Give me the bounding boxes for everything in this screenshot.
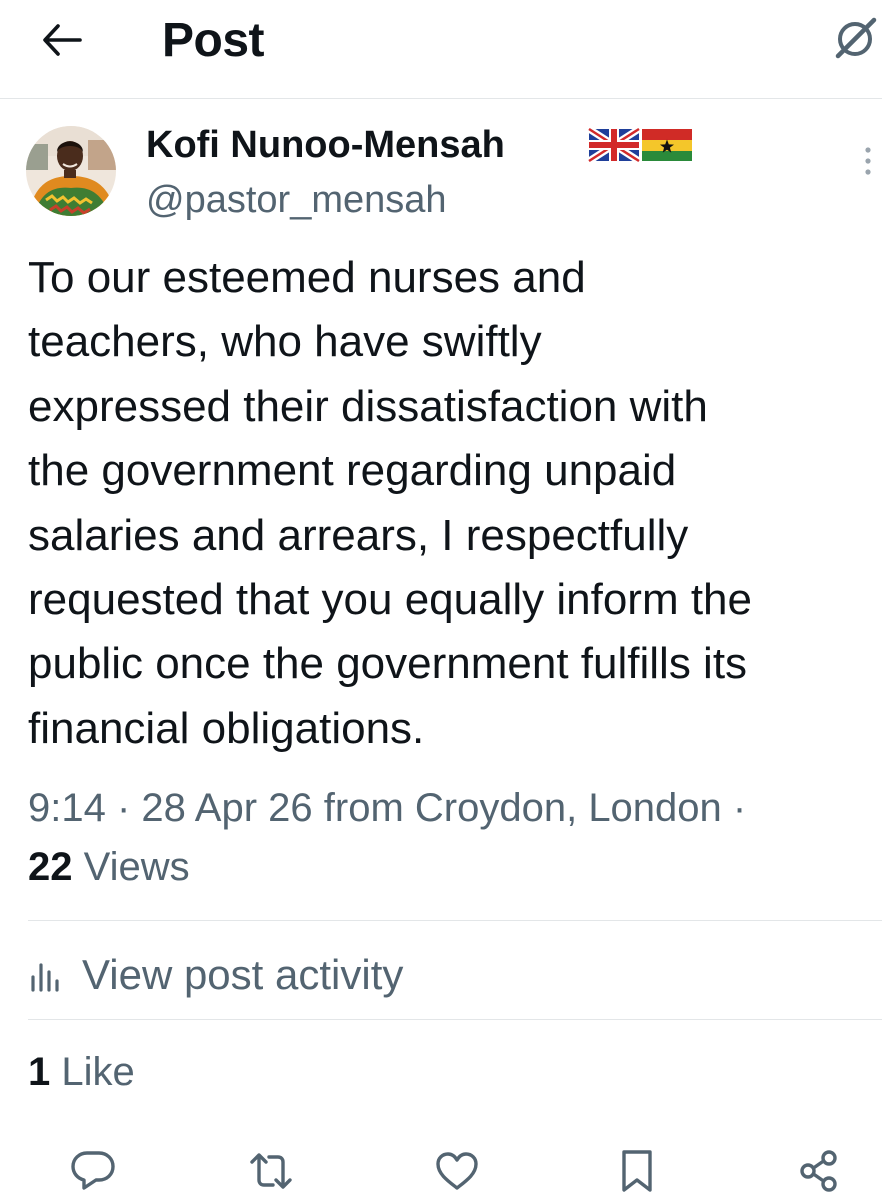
likes-count[interactable]: 1 Like [28, 1048, 135, 1096]
grok-icon [835, 17, 877, 59]
post-text-line: public once the government fulfills its [28, 639, 748, 689]
view-post-activity-button[interactable]: View post activity [28, 947, 403, 1003]
share-button[interactable] [796, 1148, 842, 1194]
view-post-activity-label: View post activity [82, 951, 404, 998]
meta-separator: · [721, 786, 747, 830]
profile-photo [26, 126, 116, 216]
post-location: from Croydon, London [323, 786, 722, 830]
post-date[interactable]: 28 Apr 26 [141, 786, 312, 830]
reply-button[interactable] [70, 1148, 116, 1194]
post-text-line: To our esteemed nurses and [28, 253, 586, 302]
views-number: 22 [28, 845, 73, 889]
share-icon [800, 1150, 837, 1192]
back-button[interactable] [40, 20, 84, 60]
post-detail-page: Post Kofi Nunoo-Mensah @pastor_mensah To… [0, 0, 882, 1200]
top-header: Post [0, 0, 882, 99]
likes-label: Like [50, 1050, 135, 1094]
avatar[interactable] [26, 126, 116, 216]
repost-button[interactable] [248, 1148, 294, 1194]
arrow-left-icon [43, 24, 82, 56]
page-title: Post [162, 14, 265, 67]
like-button[interactable] [434, 1148, 480, 1194]
post-text-line: the government regarding unpaid [28, 446, 677, 496]
views-label: Views [72, 845, 190, 889]
meta-separator: · [105, 786, 142, 830]
likes-number: 1 [28, 1050, 51, 1094]
post-time[interactable]: 9:14 [28, 786, 106, 830]
author-flags [588, 126, 694, 164]
post-text-line: financial obligations. [28, 703, 425, 753]
grok-button[interactable] [830, 14, 880, 64]
divider [28, 920, 882, 921]
like-icon [436, 1152, 478, 1190]
post-text-line: requested that you equally inform the [28, 574, 753, 624]
author-handle[interactable]: @pastor_mensah [146, 177, 447, 223]
post-text: To our esteemed nurses and teachers, who… [28, 246, 882, 761]
post-text-line: expressed their dissatisfaction with [28, 381, 708, 431]
post-metadata: 9:14 · 28 Apr 26 from Croydon, London · [28, 784, 746, 832]
flag-uk-icon [588, 126, 640, 164]
divider [28, 1019, 882, 1020]
flag-ghana-icon [642, 129, 692, 161]
repost-icon [250, 1153, 292, 1189]
bookmark-button[interactable] [614, 1148, 660, 1194]
post-text-line: salaries and arrears, I respectfully [28, 510, 689, 560]
more-options-button[interactable] [858, 144, 878, 184]
more-vertical-icon [865, 147, 871, 175]
reply-icon [71, 1151, 115, 1190]
views-count: 22 Views [28, 843, 190, 891]
analytics-icon [31, 963, 59, 992]
post-text-line: teachers, who have swiftly [28, 317, 542, 367]
bookmark-icon [622, 1150, 652, 1192]
author-name[interactable]: Kofi Nunoo-Mensah [146, 122, 505, 168]
